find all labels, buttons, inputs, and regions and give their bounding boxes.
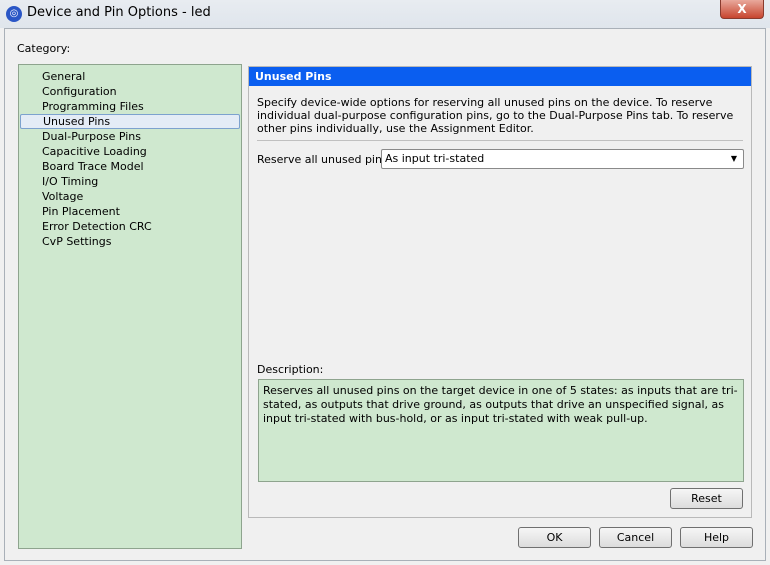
reserve-unused-pins-select[interactable]: As input tri-stated ▼ bbox=[381, 149, 744, 169]
category-item[interactable]: Capacitive Loading bbox=[20, 144, 240, 159]
cancel-button[interactable]: Cancel bbox=[599, 527, 672, 548]
panel-header: Unused Pins bbox=[249, 67, 751, 86]
category-list: General Configuration Programming Files Unu… bbox=[18, 64, 242, 549]
category-item[interactable]: Voltage bbox=[20, 189, 240, 204]
help-button[interactable]: Help bbox=[680, 527, 753, 548]
category-item[interactable]: Board Trace Model bbox=[20, 159, 240, 174]
window-title: Device and Pin Options - led bbox=[27, 5, 211, 20]
category-item[interactable]: Pin Placement bbox=[20, 204, 240, 219]
reserve-value: As input tri-stated bbox=[385, 152, 485, 165]
panel-intro: Specify device-wide options for reservin… bbox=[257, 96, 734, 135]
category-item[interactable]: General bbox=[20, 69, 240, 84]
close-button[interactable]: X bbox=[720, 0, 764, 19]
reset-button[interactable]: Reset bbox=[670, 488, 743, 509]
reserve-label: Reserve all unused pins: bbox=[257, 153, 392, 166]
category-item[interactable]: Dual-Purpose Pins bbox=[20, 129, 240, 144]
description-label: Description: bbox=[257, 363, 324, 376]
category-item[interactable]: CvP Settings bbox=[20, 234, 240, 249]
ok-button[interactable]: OK bbox=[518, 527, 591, 548]
divider bbox=[257, 140, 743, 141]
description-box: Reserves all unused pins on the target d… bbox=[258, 379, 744, 482]
quartus-app-icon: ◎ bbox=[6, 6, 22, 22]
category-label: Category: bbox=[17, 42, 71, 55]
unused-pins-panel: Unused Pins Specify device-wide options … bbox=[248, 66, 752, 518]
title-bar: ◎ Device and Pin Options - led X bbox=[0, 0, 770, 28]
category-item[interactable]: Configuration bbox=[20, 84, 240, 99]
chevron-down-icon: ▼ bbox=[730, 154, 737, 163]
category-item[interactable]: Programming Files bbox=[20, 99, 240, 114]
category-item[interactable]: Unused Pins bbox=[20, 114, 240, 129]
category-item[interactable]: I/O Timing bbox=[20, 174, 240, 189]
category-item[interactable]: Error Detection CRC bbox=[20, 219, 240, 234]
